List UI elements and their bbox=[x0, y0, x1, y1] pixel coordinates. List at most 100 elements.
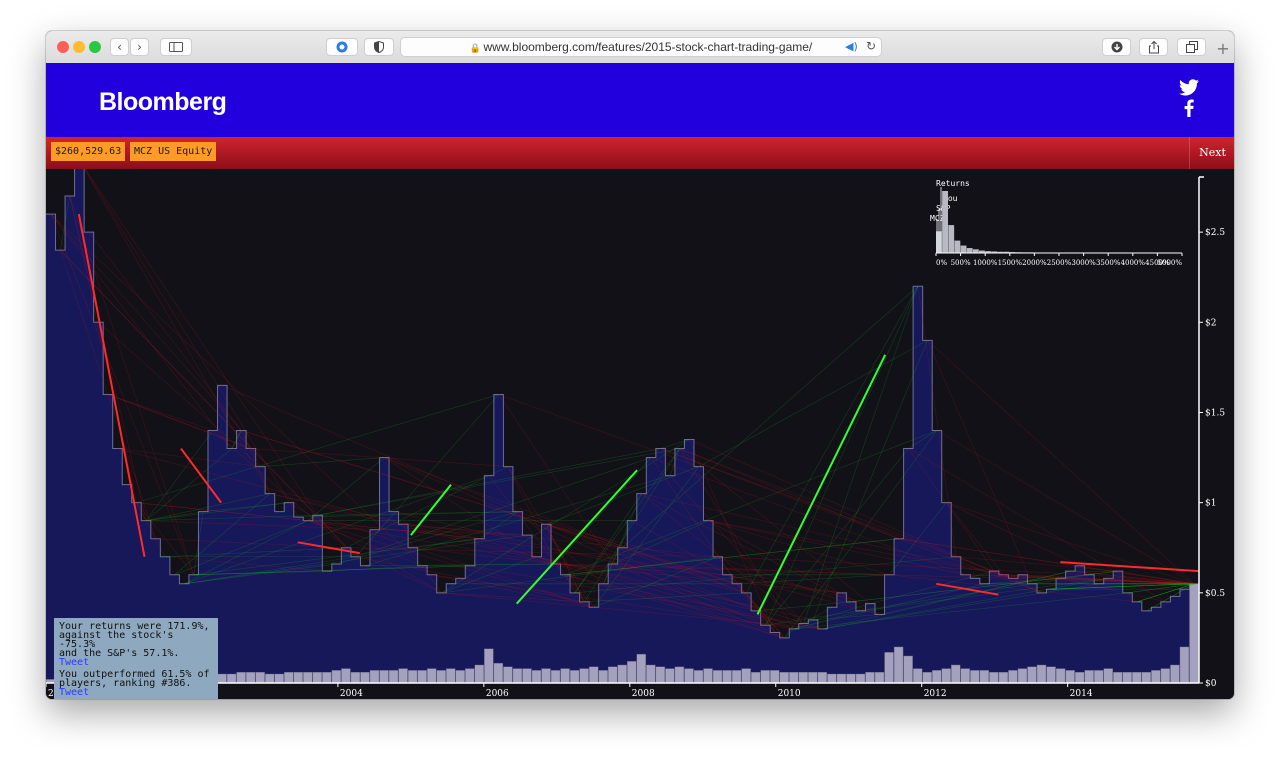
volume-bar bbox=[426, 668, 437, 684]
user-trade-line bbox=[756, 354, 887, 615]
volume-bar bbox=[1179, 646, 1190, 684]
volume-bar bbox=[931, 670, 942, 684]
volume-bar bbox=[722, 670, 732, 684]
tabs-overview-button[interactable] bbox=[1177, 38, 1206, 56]
downloads-button[interactable] bbox=[1102, 38, 1131, 56]
y-tick-label: $0.5 bbox=[1205, 589, 1225, 599]
reload-icon[interactable]: ↻ bbox=[866, 39, 876, 53]
chevron-right-icon: › bbox=[137, 40, 142, 54]
volume-bar bbox=[1132, 671, 1142, 684]
volume-bar bbox=[1074, 671, 1085, 684]
url-text: www.bloomberg.com/features/2015-stock-ch… bbox=[483, 40, 813, 54]
histogram-bar bbox=[954, 240, 961, 253]
address-bar[interactable]: 🔒 www.bloomberg.com/features/2015-stock-… bbox=[400, 37, 882, 57]
next-button[interactable]: Next bbox=[1189, 137, 1234, 169]
close-window-button[interactable] bbox=[57, 41, 69, 53]
volume-bar bbox=[360, 671, 370, 684]
tweet-rank-link[interactable]: Tweet bbox=[59, 688, 213, 698]
volume-bar bbox=[998, 671, 1009, 684]
volume-bar bbox=[264, 673, 275, 684]
volume-bar bbox=[379, 670, 389, 684]
volume-bar bbox=[627, 661, 637, 684]
extension-button[interactable] bbox=[326, 38, 358, 56]
player-trade-line bbox=[565, 430, 938, 576]
volume-bar bbox=[846, 673, 856, 684]
back-button[interactable]: ‹ bbox=[110, 38, 129, 56]
volume-bar bbox=[684, 668, 694, 684]
volume-bar bbox=[1189, 583, 1199, 684]
volume-bar bbox=[893, 646, 904, 684]
y-tick-label: $1.5 bbox=[1205, 408, 1225, 418]
volume-bar bbox=[284, 671, 294, 684]
volume-bar bbox=[503, 666, 513, 684]
twitter-icon[interactable] bbox=[1179, 79, 1199, 96]
game-status-bar: $260,529.63 MCZ US Equity Next bbox=[46, 137, 1234, 169]
y-tick-label: $0 bbox=[1205, 679, 1217, 689]
volume-bar bbox=[522, 668, 532, 684]
volume-bar bbox=[541, 668, 551, 684]
volume-bar bbox=[1065, 670, 1075, 684]
shield-icon bbox=[374, 40, 384, 54]
volume-bar bbox=[769, 670, 780, 684]
privacy-report-button[interactable] bbox=[364, 38, 394, 56]
y-tick-label: $1 bbox=[1205, 499, 1216, 509]
share-button[interactable] bbox=[1139, 38, 1168, 56]
minimize-window-button[interactable] bbox=[73, 41, 85, 53]
volume-bar bbox=[369, 670, 380, 684]
histogram-tick-label: 3000% bbox=[1071, 259, 1096, 267]
volume-bar bbox=[550, 670, 561, 684]
volume-bar bbox=[665, 668, 675, 684]
volume-bar bbox=[865, 671, 875, 684]
histogram-bar bbox=[960, 245, 967, 253]
bloomberg-logo[interactable]: Bloomberg bbox=[99, 88, 227, 117]
volume-bar bbox=[1093, 670, 1104, 684]
histogram-tick-label: 3500% bbox=[1096, 259, 1121, 267]
volume-bar bbox=[1055, 668, 1066, 684]
x-tick-label: 2006 bbox=[486, 689, 509, 699]
volume-bar bbox=[855, 673, 866, 684]
returns-line-2: against the stock's -75.3% bbox=[59, 630, 174, 650]
x-tick-label: 2010 bbox=[778, 689, 801, 699]
volume-bar bbox=[922, 671, 932, 684]
volume-bar bbox=[1008, 670, 1018, 684]
volume-bar bbox=[817, 671, 828, 684]
zoom-window-button[interactable] bbox=[89, 41, 101, 53]
facebook-icon[interactable] bbox=[1184, 99, 1194, 117]
sidebar-button[interactable] bbox=[160, 38, 192, 56]
browser-toolbar: ‹ › 🔒 www.bloomberg.com/features/2015-st… bbox=[46, 31, 1234, 64]
new-tab-button[interactable]: + bbox=[1212, 40, 1234, 58]
volume-bar bbox=[808, 671, 818, 684]
x-tick-label: 2008 bbox=[632, 689, 655, 699]
volume-bar bbox=[455, 670, 465, 684]
returns-histogram: Returns You S&P MCZ 0%500%1000%1500%2000… bbox=[929, 175, 1191, 267]
volume-bar bbox=[1046, 666, 1056, 684]
audio-icon[interactable]: ◀) bbox=[845, 40, 858, 53]
volume-bar bbox=[750, 671, 761, 684]
player-trade-line bbox=[307, 457, 385, 521]
volume-bar bbox=[436, 670, 446, 684]
volume-bar bbox=[912, 668, 923, 684]
portfolio-value: $260,529.63 bbox=[51, 142, 126, 161]
volume-bar bbox=[960, 668, 971, 684]
volume-bar bbox=[255, 671, 265, 684]
volume-bar bbox=[1151, 670, 1161, 684]
volume-bar bbox=[798, 671, 809, 684]
player-trade-line bbox=[222, 385, 518, 512]
x-tick-label: 2014 bbox=[1070, 689, 1093, 699]
forward-button[interactable]: › bbox=[130, 38, 149, 56]
volume-bar bbox=[617, 664, 627, 684]
histogram-tick-label: 1500% bbox=[998, 259, 1023, 267]
histogram-tick-label: 2500% bbox=[1047, 259, 1072, 267]
volume-bar bbox=[712, 670, 723, 684]
ranking-summary: You outperformed 61.5% of players, ranki… bbox=[54, 666, 218, 699]
volume-bar bbox=[731, 670, 742, 684]
volume-bar bbox=[1141, 671, 1152, 684]
tabs-icon bbox=[1185, 41, 1198, 53]
volume-bar bbox=[484, 648, 494, 684]
volume-bar bbox=[646, 664, 656, 684]
volume-bar bbox=[407, 670, 418, 684]
player-trade-line bbox=[936, 430, 1195, 585]
site-header: Bloomberg bbox=[46, 63, 1234, 137]
y-tick-label: $2 bbox=[1205, 318, 1216, 328]
volume-bar bbox=[693, 670, 704, 684]
